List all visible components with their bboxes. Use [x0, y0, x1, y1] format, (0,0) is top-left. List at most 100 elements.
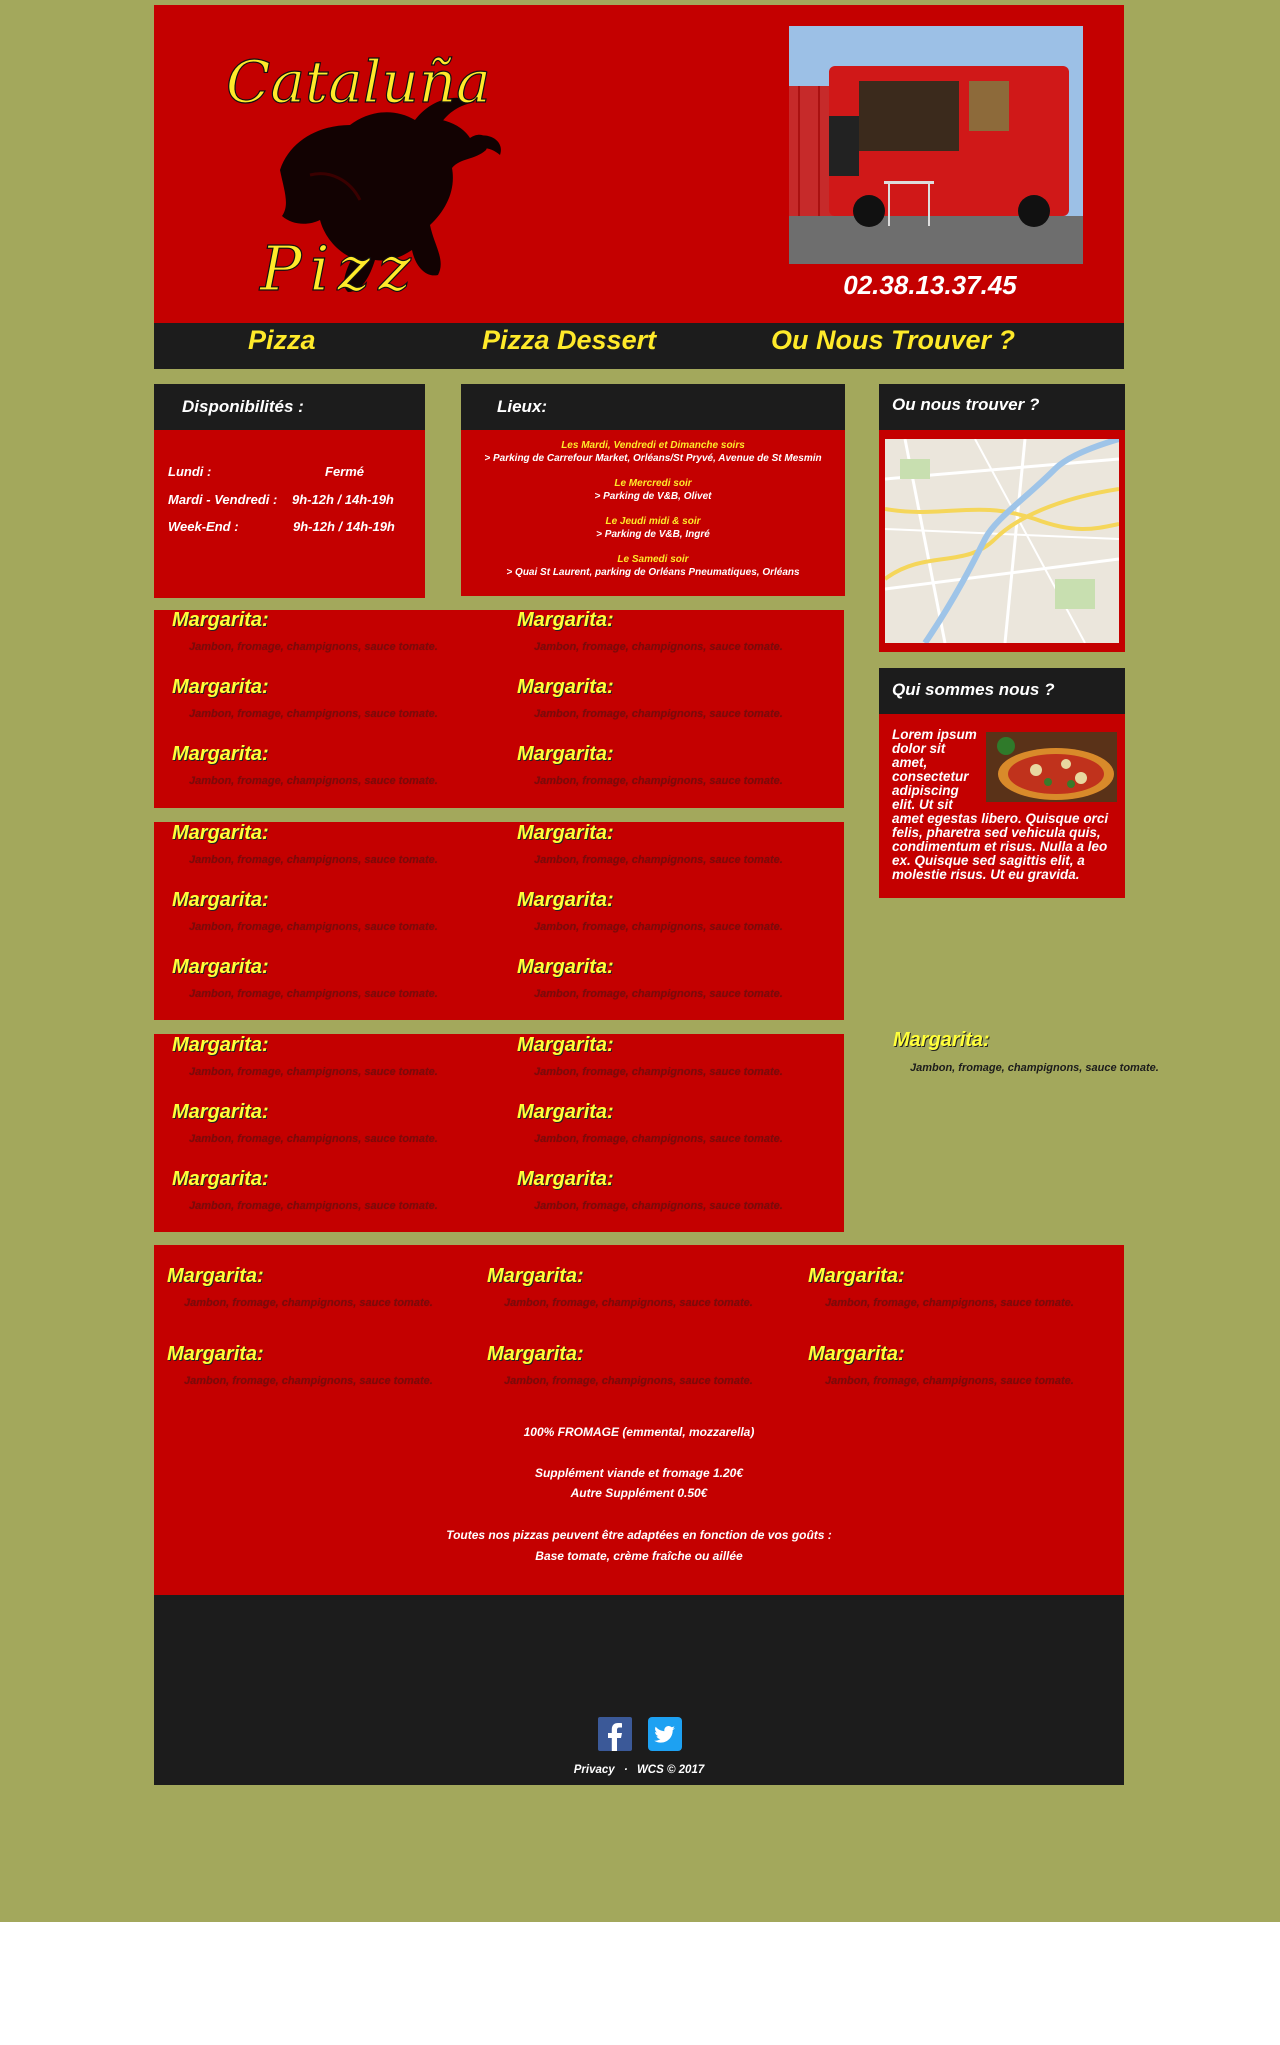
- privacy-link[interactable]: Privacy: [574, 1764, 615, 1776]
- lieux-item: Le Samedi soir > Quai St Laurent, parkin…: [461, 553, 845, 579]
- pizza-desc: Jambon, fromage, champignons, sauce toma…: [534, 1066, 783, 1078]
- qui-line: consectetur: [892, 769, 969, 784]
- lieux-item: Le Mercredi soir > Parking de V&B, Olive…: [461, 477, 845, 503]
- qui-line: amet,: [892, 755, 928, 770]
- pizza-desc: Jambon, fromage, champignons, sauce toma…: [534, 641, 783, 653]
- pizza-desc: Jambon, fromage, champignons, sauce toma…: [534, 1133, 783, 1145]
- pizza-desc: Jambon, fromage, champignons, sauce toma…: [825, 1375, 1074, 1387]
- pizza-desc: Jambon, fromage, champignons, sauce toma…: [189, 1200, 438, 1212]
- bull-logo-icon: Cataluña Pizz: [225, 47, 501, 306]
- qui-text-short: Lorem ipsum dolor sit amet, consectetur …: [892, 728, 987, 812]
- nav-pizza-dessert[interactable]: Pizza Dessert: [482, 325, 656, 356]
- pizza-desc: Jambon, fromage, champignons, sauce toma…: [534, 988, 783, 1000]
- twitter-icon[interactable]: [648, 1717, 682, 1751]
- pizza-photo: [986, 732, 1117, 802]
- dispo-hours: Fermé: [325, 464, 365, 479]
- dispo-title: Disponibilités :: [182, 397, 304, 416]
- qui-line: amet egestas libero. Quisque orci: [892, 811, 1109, 826]
- pizza-name: Margarita:: [517, 676, 614, 698]
- qui-line: adipiscing: [892, 783, 959, 798]
- pizza-desc: Jambon, fromage, champignons, sauce toma…: [184, 1297, 433, 1309]
- pizza-name: Margarita:: [517, 956, 614, 978]
- pizza-name: Margarita:: [517, 1168, 614, 1190]
- dispo-hours: 9h-12h / 14h-19h: [293, 519, 395, 534]
- lieux-where: > Parking de V&B, Ingré: [596, 529, 710, 540]
- info-line: 100% FROMAGE (emmental, mozzarella): [523, 1425, 755, 1439]
- pizza-desc: Jambon, fromage, champignons, sauce toma…: [504, 1297, 753, 1309]
- lieux-where: > Parking de Carrefour Market, Orléans/S…: [484, 453, 822, 464]
- lieux-item: Le Jeudi midi & soir > Parking de V&B, I…: [461, 515, 845, 541]
- pizza-name: Margarita:: [172, 743, 269, 765]
- pizza-desc: Jambon, fromage, champignons, sauce toma…: [534, 854, 783, 866]
- pizza-desc: Jambon, fromage, champignons, sauce toma…: [189, 854, 438, 866]
- pizza-desc: Jambon, fromage, champignons, sauce toma…: [534, 1200, 783, 1212]
- pizza-name: Margarita:: [172, 956, 269, 978]
- facebook-icon[interactable]: [598, 1717, 632, 1751]
- dispo-day: Mardi - Vendredi :: [168, 492, 278, 507]
- pizza-desc: Jambon, fromage, champignons, sauce toma…: [534, 708, 783, 720]
- lieux-title: Lieux:: [497, 397, 548, 416]
- qui-text-long: amet egestas libero. Quisque orci felis,…: [892, 812, 1120, 882]
- pizza-name: Margarita:: [517, 1034, 614, 1056]
- qui-line: molestie risus. Ut eu gravida.: [892, 867, 1080, 882]
- lieux-when: Le Samedi soir: [617, 554, 689, 565]
- pizza-name: Margarita:: [808, 1265, 905, 1287]
- nav-ou-nous-trouver[interactable]: Ou Nous Trouver ?: [771, 325, 1015, 356]
- pizza-name: Margarita:: [172, 889, 269, 911]
- food-truck-photo: [789, 26, 1083, 264]
- pizza-name: Margarita:: [517, 743, 614, 765]
- pizza-name: Margarita:: [172, 609, 269, 631]
- dispo-box: [154, 430, 425, 598]
- pizza-desc: Jambon, fromage, champignons, sauce toma…: [189, 921, 438, 933]
- pizza-desc: Jambon, fromage, champignons, sauce toma…: [825, 1297, 1074, 1309]
- pizza-desc: Jambon, fromage, champignons, sauce toma…: [189, 641, 438, 653]
- info-line: Supplément viande et fromage 1.20€: [534, 1466, 744, 1480]
- map-title: Ou nous trouver ?: [892, 395, 1040, 414]
- pizza-desc: Jambon, fromage, champignons, sauce toma…: [504, 1375, 753, 1387]
- lieux-when: Le Mercredi soir: [614, 478, 692, 489]
- pizza-name: Margarita:: [172, 1034, 269, 1056]
- info-line: Toutes nos pizzas peuvent être adaptées …: [446, 1528, 832, 1542]
- logo-text-bottom: Pizz: [259, 232, 419, 300]
- pizza-name: Margarita:: [172, 1101, 269, 1123]
- qui-line: Lorem ipsum: [892, 727, 977, 742]
- logo[interactable]: Cataluña Pizz: [220, 30, 520, 306]
- pizza-name: Margarita:: [517, 609, 614, 631]
- qui-line: ex. Quisque sed sagittis elit, a: [892, 853, 1085, 868]
- dispo-day: Week-End :: [168, 519, 239, 534]
- pizza-name: Margarita:: [517, 1101, 614, 1123]
- pizza-name: Margarita:: [172, 676, 269, 698]
- lieux-item: Les Mardi, Vendredi et Dimanche soirs > …: [461, 439, 845, 465]
- pizza-name: Margarita:: [487, 1265, 584, 1287]
- qui-line: condimentum et risus. Nulla a leo: [892, 839, 1108, 854]
- lieux-when: Le Jeudi midi & soir: [605, 516, 701, 527]
- pizza-desc-floating: Jambon, fromage, champignons, sauce toma…: [910, 1062, 1159, 1074]
- footer-links: Privacy · WCS © 2017: [154, 1764, 1124, 1776]
- pizza-name-floating: Margarita:: [893, 1029, 990, 1051]
- phone-number[interactable]: 02.38.13.37.45: [790, 270, 1070, 301]
- pizza-name: Margarita:: [167, 1265, 264, 1287]
- logo-text-top: Cataluña: [226, 48, 491, 116]
- info-line: Base tomate, crème fraîche ou aillée: [535, 1549, 743, 1563]
- pizza-desc: Jambon, fromage, champignons, sauce toma…: [189, 708, 438, 720]
- pizza-name: Margarita:: [172, 822, 269, 844]
- lieux-when: Les Mardi, Vendredi et Dimanche soirs: [561, 440, 745, 451]
- footer: [154, 1595, 1124, 1785]
- copyright-text: WCS © 2017: [636, 1764, 705, 1776]
- nav-pizza[interactable]: Pizza: [248, 325, 316, 356]
- pizza-name: Margarita:: [808, 1343, 905, 1365]
- pizza-desc: Jambon, fromage, champignons, sauce toma…: [189, 775, 438, 787]
- map-image[interactable]: [885, 439, 1119, 643]
- pizza-name: Margarita:: [517, 889, 614, 911]
- qui-title: Qui sommes nous ?: [892, 680, 1055, 699]
- info-line: Autre Supplément 0.50€: [570, 1486, 708, 1500]
- dispo-day: Lundi :: [168, 464, 212, 479]
- pizza-name: Margarita:: [517, 822, 614, 844]
- footer-separator: ·: [623, 1764, 628, 1776]
- qui-line: dolor sit: [892, 741, 946, 756]
- pizza-desc: Jambon, fromage, champignons, sauce toma…: [534, 921, 783, 933]
- dispo-hours: 9h-12h / 14h-19h: [292, 492, 394, 507]
- qui-line: felis, pharetra sed vehicula quis,: [892, 825, 1101, 840]
- pizza-desc: Jambon, fromage, champignons, sauce toma…: [189, 1133, 438, 1145]
- pizza-desc: Jambon, fromage, champignons, sauce toma…: [189, 1066, 438, 1078]
